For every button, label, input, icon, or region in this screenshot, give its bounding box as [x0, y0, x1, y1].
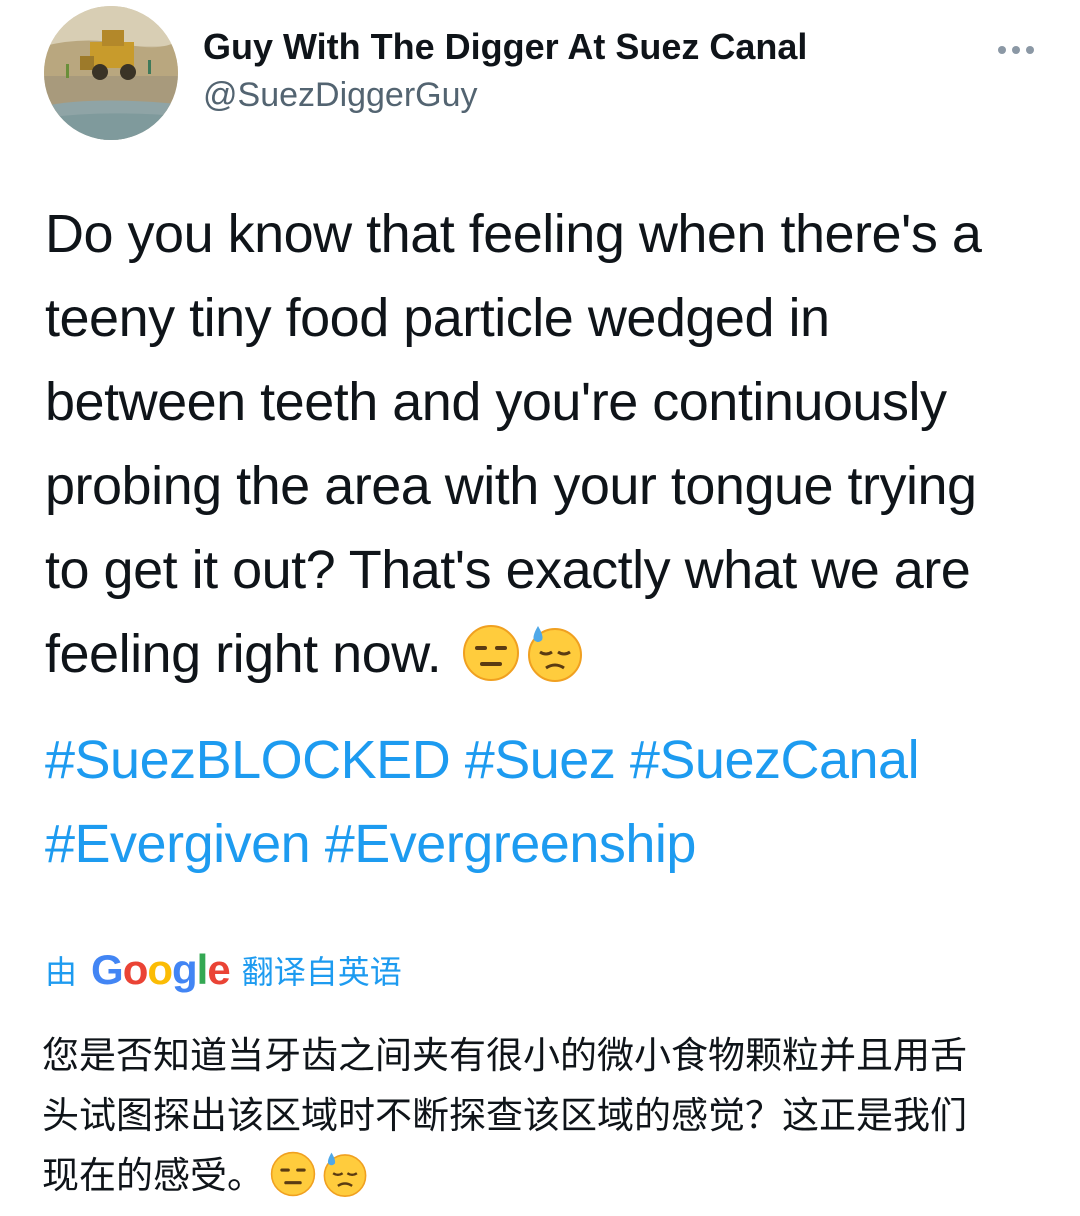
author-handle[interactable]: @SuezDiggerGuy — [203, 76, 478, 115]
translated-text: 您是否知道当牙齿之间夹有很小的微小食物颗粒并且用舌 头试图探出该区域时不断探查该… — [42, 1026, 1052, 1206]
tweet-line: to get it out? That's exactly what we ar… — [45, 540, 971, 600]
expressionless-face-icon — [270, 1151, 316, 1197]
translate-suffix: 翻译自英语 — [241, 953, 402, 991]
translated-line-last: 现在的感受。 — [42, 1146, 1052, 1206]
tweet-line: feeling right now. — [45, 624, 442, 684]
hashtag-link[interactable]: #Suez — [465, 730, 616, 790]
downcast-face-with-sweat-icon — [322, 1151, 368, 1197]
tweet-line: Do you know that feeling when there's a — [45, 204, 982, 264]
translated-line: 头试图探出该区域时不断探查该区域的感觉？这正是我们 — [42, 1094, 967, 1137]
translated-by-google[interactable]: 由 Google 翻译自英语 — [45, 940, 402, 1000]
hashtag-link[interactable]: #SuezCanal — [630, 730, 920, 790]
google-logo: Google — [91, 946, 231, 993]
hashtag-line: #SuezBLOCKED #Suez #SuezCanal — [45, 718, 1055, 802]
more-options-icon[interactable] — [996, 38, 1036, 62]
tweet-line-last: feeling right now. — [45, 612, 1055, 696]
tweet-line: teeny tiny food particle wedged in — [45, 288, 830, 348]
hashtags: #SuezBLOCKED #Suez #SuezCanal #Evergiven… — [45, 718, 1055, 886]
avatar[interactable] — [44, 6, 178, 140]
tweet-line: probing the area with your tongue trying — [45, 456, 977, 516]
translate-prefix: 由 — [45, 953, 78, 991]
hashtag-link[interactable]: #Evergreenship — [325, 814, 697, 874]
downcast-face-with-sweat-icon — [526, 622, 584, 682]
translated-line: 现在的感受。 — [42, 1154, 264, 1197]
tweet-text: Do you know that feeling when there's a … — [45, 192, 1055, 696]
expressionless-face-icon — [462, 622, 520, 681]
hashtag-link[interactable]: #Evergiven — [45, 814, 311, 874]
hashtag-link[interactable]: #SuezBLOCKED — [45, 730, 451, 790]
tweet-line: between teeth and you're continuously — [45, 372, 947, 432]
translated-line: 您是否知道当牙齿之间夹有很小的微小食物颗粒并且用舌 — [42, 1034, 967, 1077]
author-display-name[interactable]: Guy With The Digger At Suez Canal — [203, 26, 807, 68]
hashtag-line: #Evergiven #Evergreenship — [45, 802, 1055, 886]
